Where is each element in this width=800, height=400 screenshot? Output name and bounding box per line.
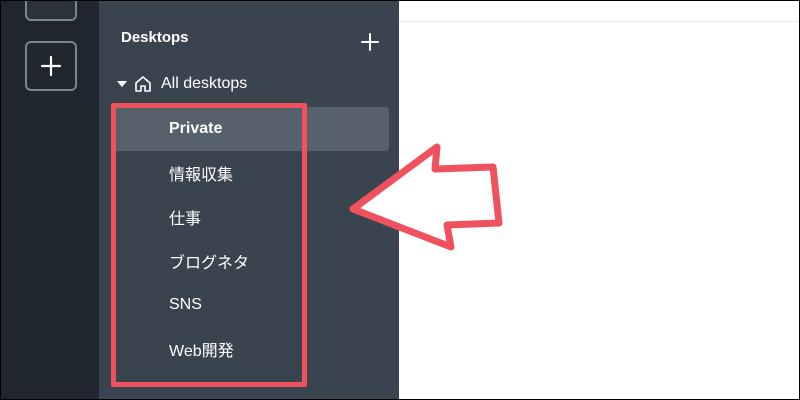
sidebar-title: Desktops	[121, 29, 189, 46]
desktop-item-label: SNS	[169, 296, 202, 313]
desktop-item-label: Web開発	[169, 343, 234, 360]
arrow-pointer-icon	[349, 143, 503, 251]
plus-icon	[361, 33, 379, 51]
screenshot-frame: Desktops All desktops Private 情報収集 仕事 ブロ…	[0, 0, 800, 400]
add-desktop-button[interactable]	[357, 29, 383, 55]
desktop-item-web-dev[interactable]: Web開発	[113, 327, 389, 371]
desktop-tile[interactable]	[25, 1, 77, 21]
desktop-item-label: 仕事	[169, 211, 202, 228]
caret-down-icon[interactable]	[117, 81, 127, 87]
plus-icon	[40, 55, 62, 77]
desktop-item-sns[interactable]: SNS	[113, 283, 389, 327]
icon-rail	[1, 1, 99, 399]
desktop-item-label: 情報収集	[169, 167, 234, 184]
desktop-item-label: ブログネタ	[169, 255, 250, 272]
rail-add-button[interactable]	[25, 41, 77, 91]
all-desktops-item[interactable]: All desktops	[117, 71, 247, 97]
home-icon	[135, 76, 151, 92]
main-topbar	[399, 1, 799, 22]
desktop-item-label: Private	[169, 120, 223, 137]
all-desktops-label: All desktops	[161, 75, 248, 92]
